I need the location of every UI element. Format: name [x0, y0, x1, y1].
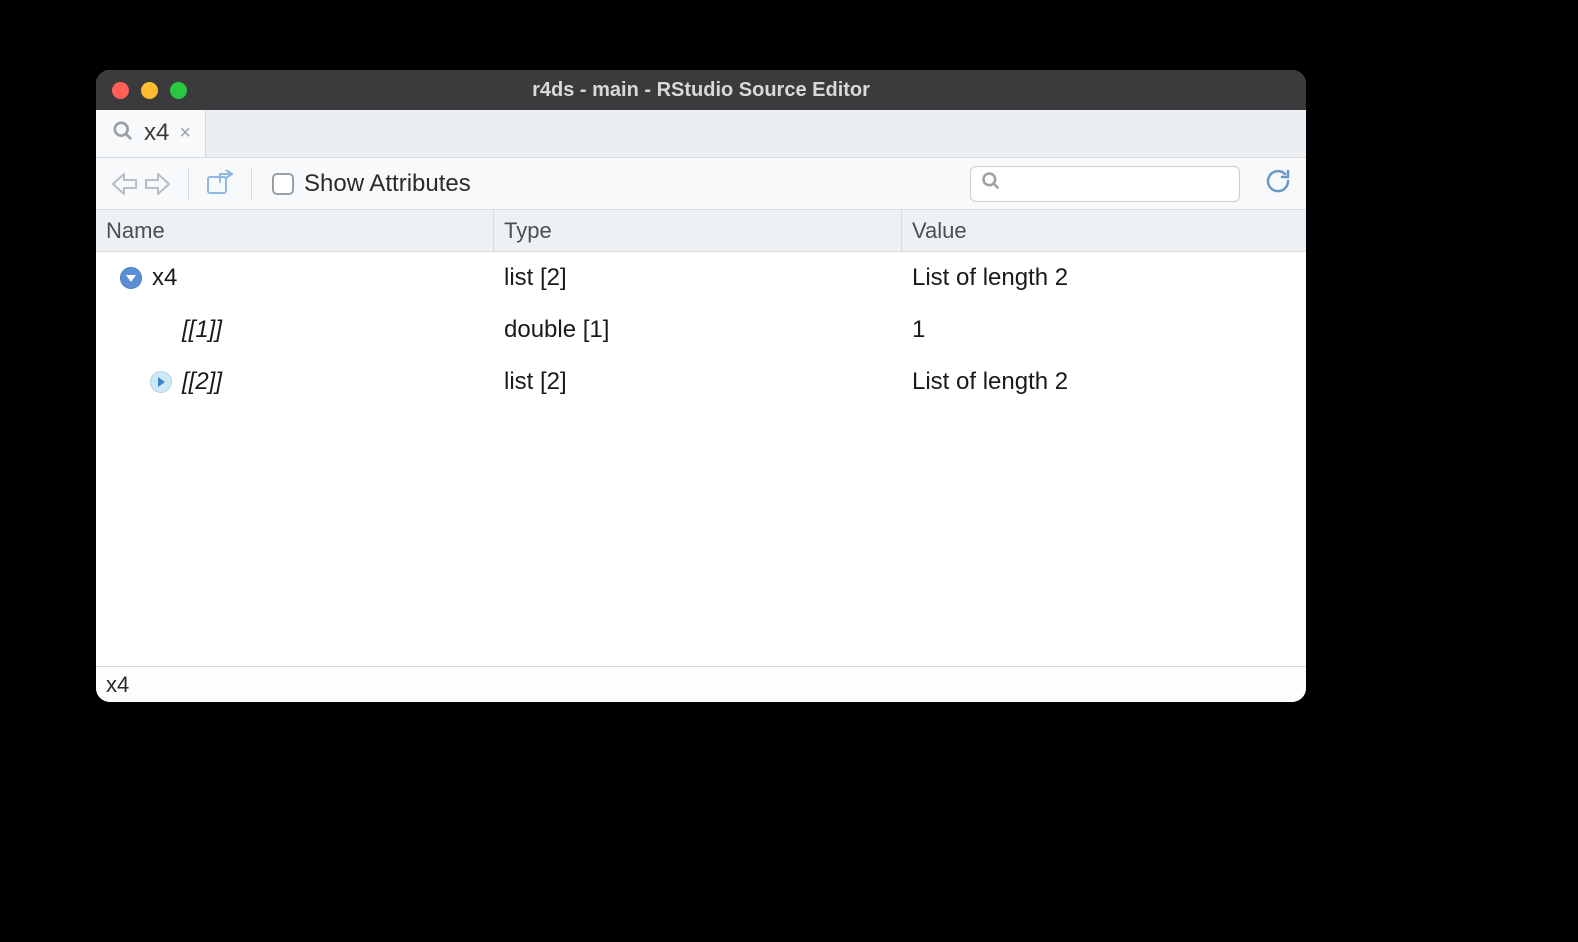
tree-row[interactable]: x4 list [2] List of length 2: [96, 252, 1306, 304]
row-type: list [2]: [494, 264, 902, 292]
traffic-lights: [112, 82, 187, 99]
tab-strip: x4 ×: [96, 110, 1306, 158]
row-name: [[1]]: [182, 316, 222, 344]
forward-icon[interactable]: [142, 171, 172, 197]
expand-icon[interactable]: [150, 371, 172, 393]
column-header-type[interactable]: Type: [494, 210, 902, 251]
tree-row[interactable]: [[1]] double [1] 1: [96, 304, 1306, 356]
window-zoom-button[interactable]: [170, 82, 187, 99]
checkbox-label: Show Attributes: [304, 170, 471, 198]
show-attributes-checkbox[interactable]: Show Attributes: [272, 170, 471, 198]
search-input[interactable]: [970, 166, 1240, 202]
indent: [96, 330, 182, 331]
nav-arrows: [110, 171, 172, 197]
row-value: List of length 2: [902, 264, 1306, 292]
search-icon: [981, 171, 1001, 196]
tab-label: x4: [144, 119, 169, 147]
tree-area[interactable]: x4 list [2] List of length 2 [[1]] doubl…: [96, 252, 1306, 666]
window-title: r4ds - main - RStudio Source Editor: [96, 79, 1306, 102]
app-window: r4ds - main - RStudio Source Editor x4 ×: [96, 70, 1306, 702]
window-close-button[interactable]: [112, 82, 129, 99]
row-value: List of length 2: [902, 368, 1306, 396]
row-type: double [1]: [494, 316, 902, 344]
row-value: 1: [902, 316, 1306, 344]
separator: [188, 168, 189, 200]
tree-row[interactable]: [[2]] list [2] List of length 2: [96, 356, 1306, 408]
column-header-value[interactable]: Value: [902, 210, 1306, 251]
status-bar: x4: [96, 666, 1306, 702]
checkbox-box[interactable]: [272, 173, 294, 195]
column-header-row: Name Type Value: [96, 210, 1306, 252]
indent: [96, 382, 150, 383]
popout-icon[interactable]: [205, 170, 235, 198]
titlebar[interactable]: r4ds - main - RStudio Source Editor: [96, 70, 1306, 110]
row-name: [[2]]: [182, 368, 222, 396]
row-type: list [2]: [494, 368, 902, 396]
collapse-icon[interactable]: [120, 267, 142, 289]
close-icon[interactable]: ×: [179, 123, 191, 143]
window-minimize-button[interactable]: [141, 82, 158, 99]
back-icon[interactable]: [110, 171, 140, 197]
tab-x4[interactable]: x4 ×: [96, 109, 206, 157]
column-header-name[interactable]: Name: [96, 210, 494, 251]
separator: [251, 168, 252, 200]
indent: [96, 278, 120, 279]
row-name: x4: [152, 264, 177, 292]
toolbar: Show Attributes: [96, 158, 1306, 210]
refresh-icon[interactable]: [1264, 167, 1292, 200]
status-path: x4: [106, 672, 129, 698]
search-icon: [112, 120, 134, 147]
